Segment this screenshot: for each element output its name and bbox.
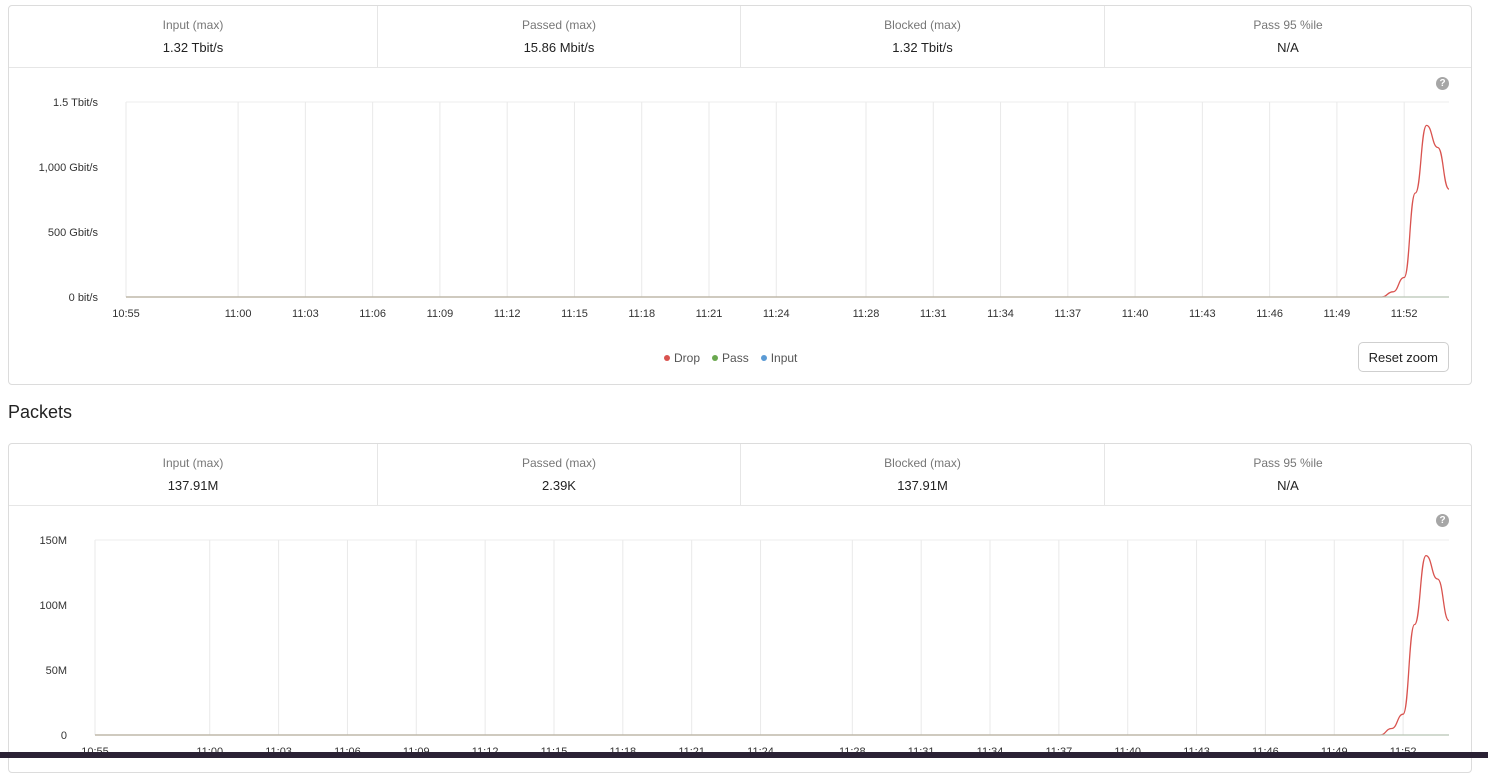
bandwidth-panel: Input (max) 1.32 Tbit/s Passed (max) 15.…: [8, 5, 1472, 385]
packets-panel: Input (max) 137.91M Passed (max) 2.39K B…: [8, 443, 1472, 773]
x-tick-label: 11:21: [696, 308, 723, 320]
y-tick-label: 0: [61, 730, 67, 742]
y-tick-label: 1.5 Tbit/s: [53, 97, 99, 109]
legend-item-input[interactable]: Input: [760, 351, 798, 365]
x-tick-label: 11:46: [1256, 308, 1283, 320]
y-tick-label: 1,000 Gbit/s: [39, 162, 99, 174]
legend-dot-icon: [760, 355, 767, 361]
x-tick-label: 11:52: [1391, 308, 1418, 320]
legend-item-drop[interactable]: Drop: [664, 351, 700, 365]
y-tick-label: 0 bit/s: [69, 292, 99, 304]
x-tick-label: 11:18: [628, 308, 655, 320]
y-tick-label: 500 Gbit/s: [48, 227, 99, 239]
x-tick-label: 11:34: [987, 308, 1014, 320]
x-tick-label: 11:24: [763, 308, 790, 320]
legend-label: Pass: [722, 351, 749, 365]
y-tick-label: 150M: [39, 535, 67, 547]
legend-dot-icon: [712, 355, 719, 361]
x-tick-label: 11:06: [359, 308, 386, 320]
x-tick-label: 11:15: [561, 308, 588, 320]
series-line-drop: [94, 554, 1450, 736]
x-tick-label: 11:40: [1122, 308, 1149, 320]
x-tick-label: 11:37: [1054, 308, 1081, 320]
legend-label: Drop: [674, 351, 701, 365]
x-tick-label: 11:28: [853, 308, 880, 320]
bandwidth-chart: 10:55 11:00 11:03 11:06 11:09 11:12 11:15 11:18…: [39, 97, 1450, 320]
taskbar-strip: [0, 752, 1488, 758]
chart-legend: Drop Pass Input: [664, 351, 797, 365]
y-tick-label: 50M: [46, 665, 67, 677]
x-tick-label: 11:31: [920, 308, 947, 320]
x-tick-label: 11:43: [1189, 308, 1216, 320]
legend-dot-icon: [664, 355, 670, 361]
x-tick-label: 11:00: [225, 308, 252, 320]
x-tick-label: 10:55: [112, 308, 140, 320]
section-title-packets: Packets: [8, 402, 73, 422]
series-line-drop: [125, 124, 1450, 298]
legend-item-pass[interactable]: Pass: [712, 351, 749, 365]
x-tick-label: 11:09: [427, 308, 454, 320]
x-tick-label: 11:49: [1324, 308, 1351, 320]
y-tick-label: 100M: [39, 600, 67, 612]
x-tick-label: 11:03: [292, 308, 319, 320]
reset-zoom-button[interactable]: Reset zoom: [1357, 342, 1449, 372]
packets-chart: 10:5511:0011:0311:0611:0911:1211:1511:18…: [39, 535, 1450, 758]
x-tick-label: 11:12: [494, 308, 521, 320]
legend-label: Input: [770, 351, 798, 365]
